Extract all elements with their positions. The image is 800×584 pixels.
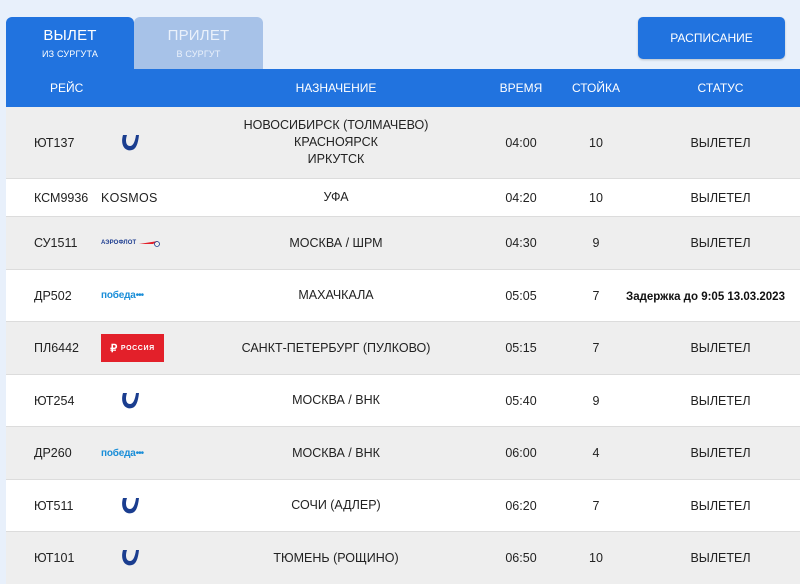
rossiya-logo-badge: ₽ РОССИЯ xyxy=(101,334,164,362)
flight-status: ВЫЛЕТЕЛ xyxy=(690,236,751,250)
airline-logo-text: РОССИЯ xyxy=(120,344,155,352)
table-row[interactable]: ЮТ137 НОВОСИБИРСК (ТОЛМАЧЕВО) КРАСНОЯРСК… xyxy=(6,107,800,179)
destination: МАХАЧКАЛА xyxy=(298,288,374,302)
table-row[interactable]: ЮТ511 СОЧИ (АДЛЕР) 06:20 7 ВЫЛЕТЕЛ xyxy=(6,480,800,532)
schedule-button[interactable]: РАСПИСАНИЕ xyxy=(638,17,785,59)
utair-logo xyxy=(101,391,181,411)
checkin-desk: 7 xyxy=(592,498,600,513)
departure-time: 04:20 xyxy=(505,190,537,205)
airline-logo-text: KOSMOS xyxy=(101,190,158,205)
pobeda-logo: победа ••• xyxy=(101,290,181,301)
table-row[interactable]: ПЛ6442 ₽ РОССИЯ САНКТ-ПЕТЕРБУРГ (ПУЛКОВО… xyxy=(6,322,800,375)
checkin-desk: 7 xyxy=(592,341,600,355)
checkin-desk: 9 xyxy=(592,393,600,408)
tab-departures[interactable]: ВЫЛЕТ ИЗ СУРГУТА xyxy=(6,17,134,69)
flight-number: ЮТ511 xyxy=(34,498,74,513)
flight-number: ЮТ254 xyxy=(34,393,75,408)
direction-tabs: ВЫЛЕТ ИЗ СУРГУТА ПРИЛЕТ В СУРГУТ xyxy=(6,17,263,69)
destination: СОЧИ (АДЛЕР) xyxy=(291,498,381,512)
checkin-desk: 10 xyxy=(589,551,603,565)
departure-time: 04:00 xyxy=(505,135,537,150)
departure-time: 05:15 xyxy=(505,341,537,355)
utair-logo xyxy=(101,496,181,516)
departure-time: 05:40 xyxy=(505,393,537,408)
tab-label: ВЫЛЕТ xyxy=(43,27,97,44)
departure-time: 06:50 xyxy=(505,551,537,565)
destination-line: ИРКУТСК xyxy=(307,152,365,166)
departure-time: 04:30 xyxy=(505,236,537,250)
kosmos-logo: KOSMOS xyxy=(101,191,181,205)
destination: НОВОСИБИРСК (ТОЛМАЧЕВО) КРАСНОЯРСК ИРКУТ… xyxy=(181,117,491,168)
flight-status: ВЫЛЕТЕЛ xyxy=(690,135,751,150)
destination: УФА xyxy=(323,190,349,204)
flight-status: ВЫЛЕТЕЛ xyxy=(690,341,751,355)
flight-number: ЮТ137 xyxy=(34,135,75,150)
departure-time: 06:00 xyxy=(505,446,537,460)
tab-label: ПРИЛЕТ xyxy=(167,27,230,44)
flight-status: ВЫЛЕТЕЛ xyxy=(690,190,751,205)
airline-logo-text: АЭРОФЛОТ xyxy=(101,240,137,246)
table-header: РЕЙС НАЗНАЧЕНИЕ ВРЕМЯ СТОЙКА СТАТУС xyxy=(6,69,800,107)
table-row[interactable]: ЮТ254 МОСКВА / ВНК 05:40 9 ВЫЛЕТЕЛ xyxy=(6,375,800,427)
flight-status: ВЫЛЕТЕЛ xyxy=(690,393,751,408)
flights-table: РЕЙС НАЗНАЧЕНИЕ ВРЕМЯ СТОЙКА СТАТУС ЮТ13… xyxy=(6,69,800,584)
flight-status: ВЫЛЕТЕЛ xyxy=(690,551,751,565)
table-row[interactable]: ДР260 победа ••• МОСКВА / ВНК 06:00 4 ВЫ… xyxy=(6,427,800,480)
rossiya-mark-icon: ₽ xyxy=(110,342,118,355)
flight-status: ВЫЛЕТЕЛ xyxy=(690,446,751,460)
flight-number: ДР502 xyxy=(34,288,72,303)
rossiya-logo: ₽ РОССИЯ xyxy=(101,334,181,362)
checkin-desk: 9 xyxy=(592,236,600,250)
airline-logo-text: победа xyxy=(101,290,136,301)
tab-sublabel: В СУРГУТ xyxy=(176,49,221,59)
column-header-status: СТАТУС xyxy=(697,81,744,95)
destination: МОСКВА / ВНК xyxy=(292,393,380,407)
checkin-desk: 10 xyxy=(589,135,603,150)
dots-icon: ••• xyxy=(135,447,144,459)
flight-number: КСМ9936 xyxy=(34,190,89,205)
table-row[interactable]: ЮТ101 ТЮМЕНЬ (РОЩИНО) 06:50 10 ВЫЛЕТЕЛ xyxy=(6,532,800,584)
destination: МОСКВА / ШРМ xyxy=(289,235,383,250)
destination-line: НОВОСИБИРСК (ТОЛМАЧЕВО) xyxy=(243,118,429,132)
column-header-desk: СТОЙКА xyxy=(571,81,620,95)
destination: ТЮМЕНЬ (РОЩИНО) xyxy=(273,550,399,565)
table-row[interactable]: ДР502 победа ••• МАХАЧКАЛА 05:05 7 Задер… xyxy=(6,270,800,322)
column-header-flight: РЕЙС xyxy=(50,81,84,95)
flight-number: ДР260 xyxy=(34,446,72,460)
utair-logo xyxy=(101,133,181,153)
tab-arrivals[interactable]: ПРИЛЕТ В СУРГУТ xyxy=(134,17,263,69)
departure-time: 05:05 xyxy=(505,288,537,303)
airline-logo-text: победа xyxy=(101,447,136,459)
flight-status: ВЫЛЕТЕЛ xyxy=(690,498,751,513)
checkin-desk: 4 xyxy=(592,446,600,460)
table-row[interactable]: СУ1511 АЭРОФЛОТ МОСКВА / ШРМ 04:30 9 ВЫЛ… xyxy=(6,217,800,270)
tab-sublabel: ИЗ СУРГУТА xyxy=(41,49,99,59)
column-header-destination: НАЗНАЧЕНИЕ xyxy=(295,80,377,95)
delay-status: Задержка до 9:05 13.03.2023 xyxy=(626,290,785,303)
table-row[interactable]: КСМ9936 KOSMOS УФА 04:20 10 ВЫЛЕТЕЛ xyxy=(6,179,800,217)
flight-number: ЮТ101 xyxy=(34,551,75,565)
flight-number: ПЛ6442 xyxy=(34,341,79,355)
aeroflot-logo: АЭРОФЛОТ xyxy=(101,238,181,248)
dots-icon: ••• xyxy=(135,290,144,301)
checkin-desk: 10 xyxy=(589,190,603,205)
pobeda-logo: победа ••• xyxy=(101,448,181,459)
destination: САНКТ-ПЕТЕРБУРГ (ПУЛКОВО) xyxy=(241,340,431,355)
destination: МОСКВА / ВНК xyxy=(292,445,380,460)
departure-time: 06:20 xyxy=(505,498,537,513)
destination-line: КРАСНОЯРСК xyxy=(294,135,378,149)
utair-logo xyxy=(101,548,181,568)
column-header-time: ВРЕМЯ xyxy=(499,81,543,95)
flight-status: Задержка до 9:05 13.03.2023 xyxy=(626,289,800,303)
flight-number: СУ1511 xyxy=(34,236,78,250)
